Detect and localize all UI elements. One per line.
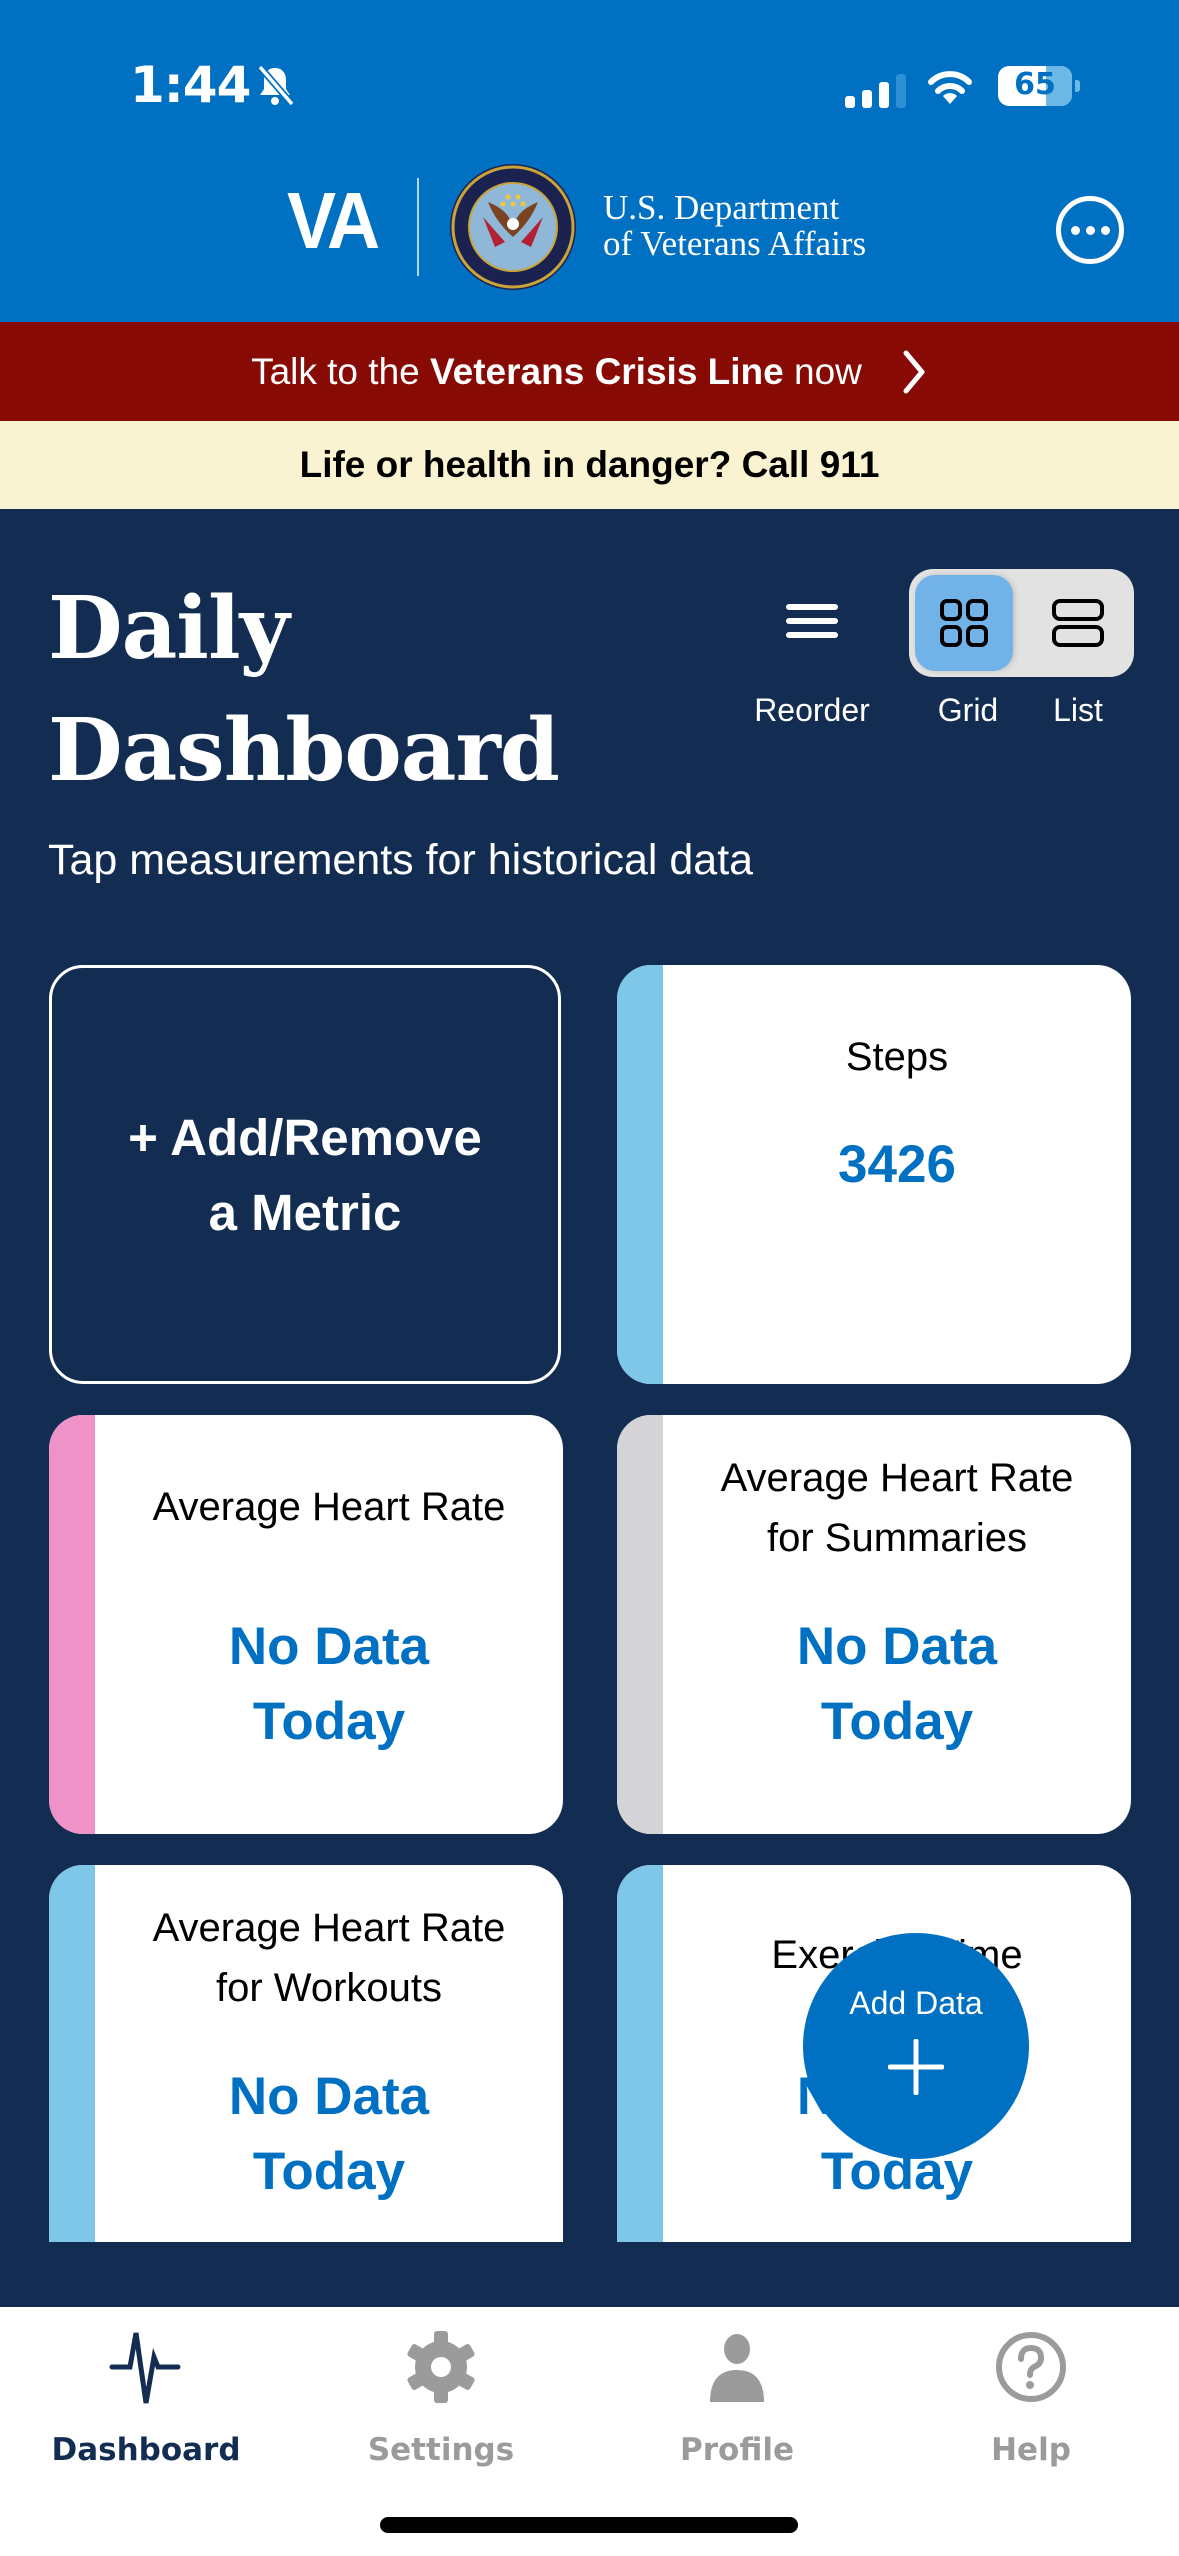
metric-value: 3426 xyxy=(838,1135,956,1194)
tab-dashboard[interactable]: Dashboard xyxy=(36,2327,256,2468)
metric-value-line2: Today xyxy=(820,1692,974,1751)
metric-title: Average Heart Rate xyxy=(152,1485,506,1529)
crisis-line-text: Talk to the Veterans Crisis Line now xyxy=(251,350,862,392)
cellular-signal-icon xyxy=(845,72,906,108)
card-stripe xyxy=(49,1865,95,2242)
metric-value-line2: Today xyxy=(252,1692,406,1751)
add-data-label: Add Data xyxy=(849,1985,983,2021)
gear-icon xyxy=(407,2331,475,2403)
grid-view-button[interactable] xyxy=(915,575,1013,671)
more-options-button[interactable] xyxy=(1056,196,1124,264)
page-title-line2: Dashboard xyxy=(48,700,560,801)
metric-title-line2: for Workouts xyxy=(216,1966,442,2010)
metric-card-average-heart-rate-summaries[interactable]: Average Heart Rate for Summaries No Data… xyxy=(617,1415,1131,1834)
home-indicator[interactable] xyxy=(380,2517,798,2533)
plus-icon xyxy=(888,2039,944,2095)
metric-value-line1: No Data xyxy=(228,1617,430,1676)
metric-card-steps[interactable]: Steps 3426 xyxy=(617,965,1131,1384)
tab-profile[interactable]: Profile xyxy=(627,2327,847,2468)
list-view-button[interactable] xyxy=(1029,575,1127,671)
heartbeat-icon xyxy=(109,2332,181,2404)
metric-title-line1: Average Heart Rate xyxy=(152,1906,506,1950)
metric-card-average-heart-rate[interactable]: Average Heart Rate No Data Today xyxy=(49,1415,563,1834)
add-data-button[interactable]: Add Data xyxy=(803,1933,1029,2159)
metric-title-line1: Average Heart Rate xyxy=(720,1456,1074,1500)
card-stripe xyxy=(49,1415,95,1834)
ellipsis-circle-icon xyxy=(1070,225,1080,235)
tab-label: Settings xyxy=(367,2432,515,2468)
card-stripe xyxy=(617,965,663,1384)
chevron-right-icon xyxy=(903,350,925,393)
grid-icon xyxy=(940,599,988,647)
battery-tip xyxy=(1075,80,1080,92)
add-remove-metric-button[interactable]: + Add/Remove a Metric xyxy=(49,965,561,1384)
emergency-banner: Life or health in danger? Call 911 xyxy=(0,421,1179,509)
grid-label: Grid xyxy=(937,692,999,728)
page-title: Daily Dashboard xyxy=(48,568,560,812)
page-title-line1: Daily xyxy=(48,578,290,679)
battery-level: 65 xyxy=(1014,67,1056,102)
tab-label: Profile xyxy=(680,2432,794,2468)
tab-label: Dashboard xyxy=(51,2432,241,2468)
metric-value-line1: No Data xyxy=(796,1617,998,1676)
metric-title: Steps xyxy=(845,1035,949,1079)
battery-indicator: 65 xyxy=(998,66,1072,106)
department-name: U.S. Department of Veterans Affairs xyxy=(603,190,866,262)
department-name-line1: U.S. Department xyxy=(603,188,840,227)
list-icon xyxy=(1052,599,1104,647)
veterans-crisis-line-link[interactable]: Talk to the Veterans Crisis Line now xyxy=(0,322,1179,421)
add-metric-line2: a Metric xyxy=(208,1183,402,1241)
status-time: 1:44 xyxy=(130,56,251,114)
logo-divider xyxy=(417,178,419,276)
department-name-line2: of Veterans Affairs xyxy=(603,224,867,263)
va-seal-icon xyxy=(450,164,576,290)
tab-settings[interactable]: Settings xyxy=(331,2327,551,2468)
view-mode-toggle xyxy=(909,569,1134,677)
reorder-button[interactable] xyxy=(752,568,872,638)
page-subtitle: Tap measurements for historical data xyxy=(48,836,754,884)
metric-value-line2: Today xyxy=(252,2142,406,2201)
metric-card-average-heart-rate-workouts[interactable]: Average Heart Rate for Workouts No Data … xyxy=(49,1865,563,2242)
reorder-label: Reorder xyxy=(754,692,870,728)
app-header: 1:44 65 VA U.S. Department of Veterans A… xyxy=(0,0,1179,322)
bell-slash-icon xyxy=(257,64,295,107)
wifi-icon xyxy=(928,71,972,104)
person-icon xyxy=(710,2334,764,2402)
hamburger-icon xyxy=(786,604,838,638)
tab-help[interactable]: Help xyxy=(921,2327,1141,2468)
question-circle-icon xyxy=(996,2332,1066,2402)
list-label: List xyxy=(1053,692,1103,728)
card-stripe xyxy=(617,1415,663,1834)
metric-title-line2: for Summaries xyxy=(766,1516,1028,1560)
add-metric-line1: + Add/Remove xyxy=(128,1108,482,1166)
tab-label: Help xyxy=(991,2432,1071,2468)
metric-value-line1: No Data xyxy=(228,2067,430,2126)
va-logo: VA xyxy=(287,176,380,265)
card-stripe xyxy=(617,1865,663,2242)
